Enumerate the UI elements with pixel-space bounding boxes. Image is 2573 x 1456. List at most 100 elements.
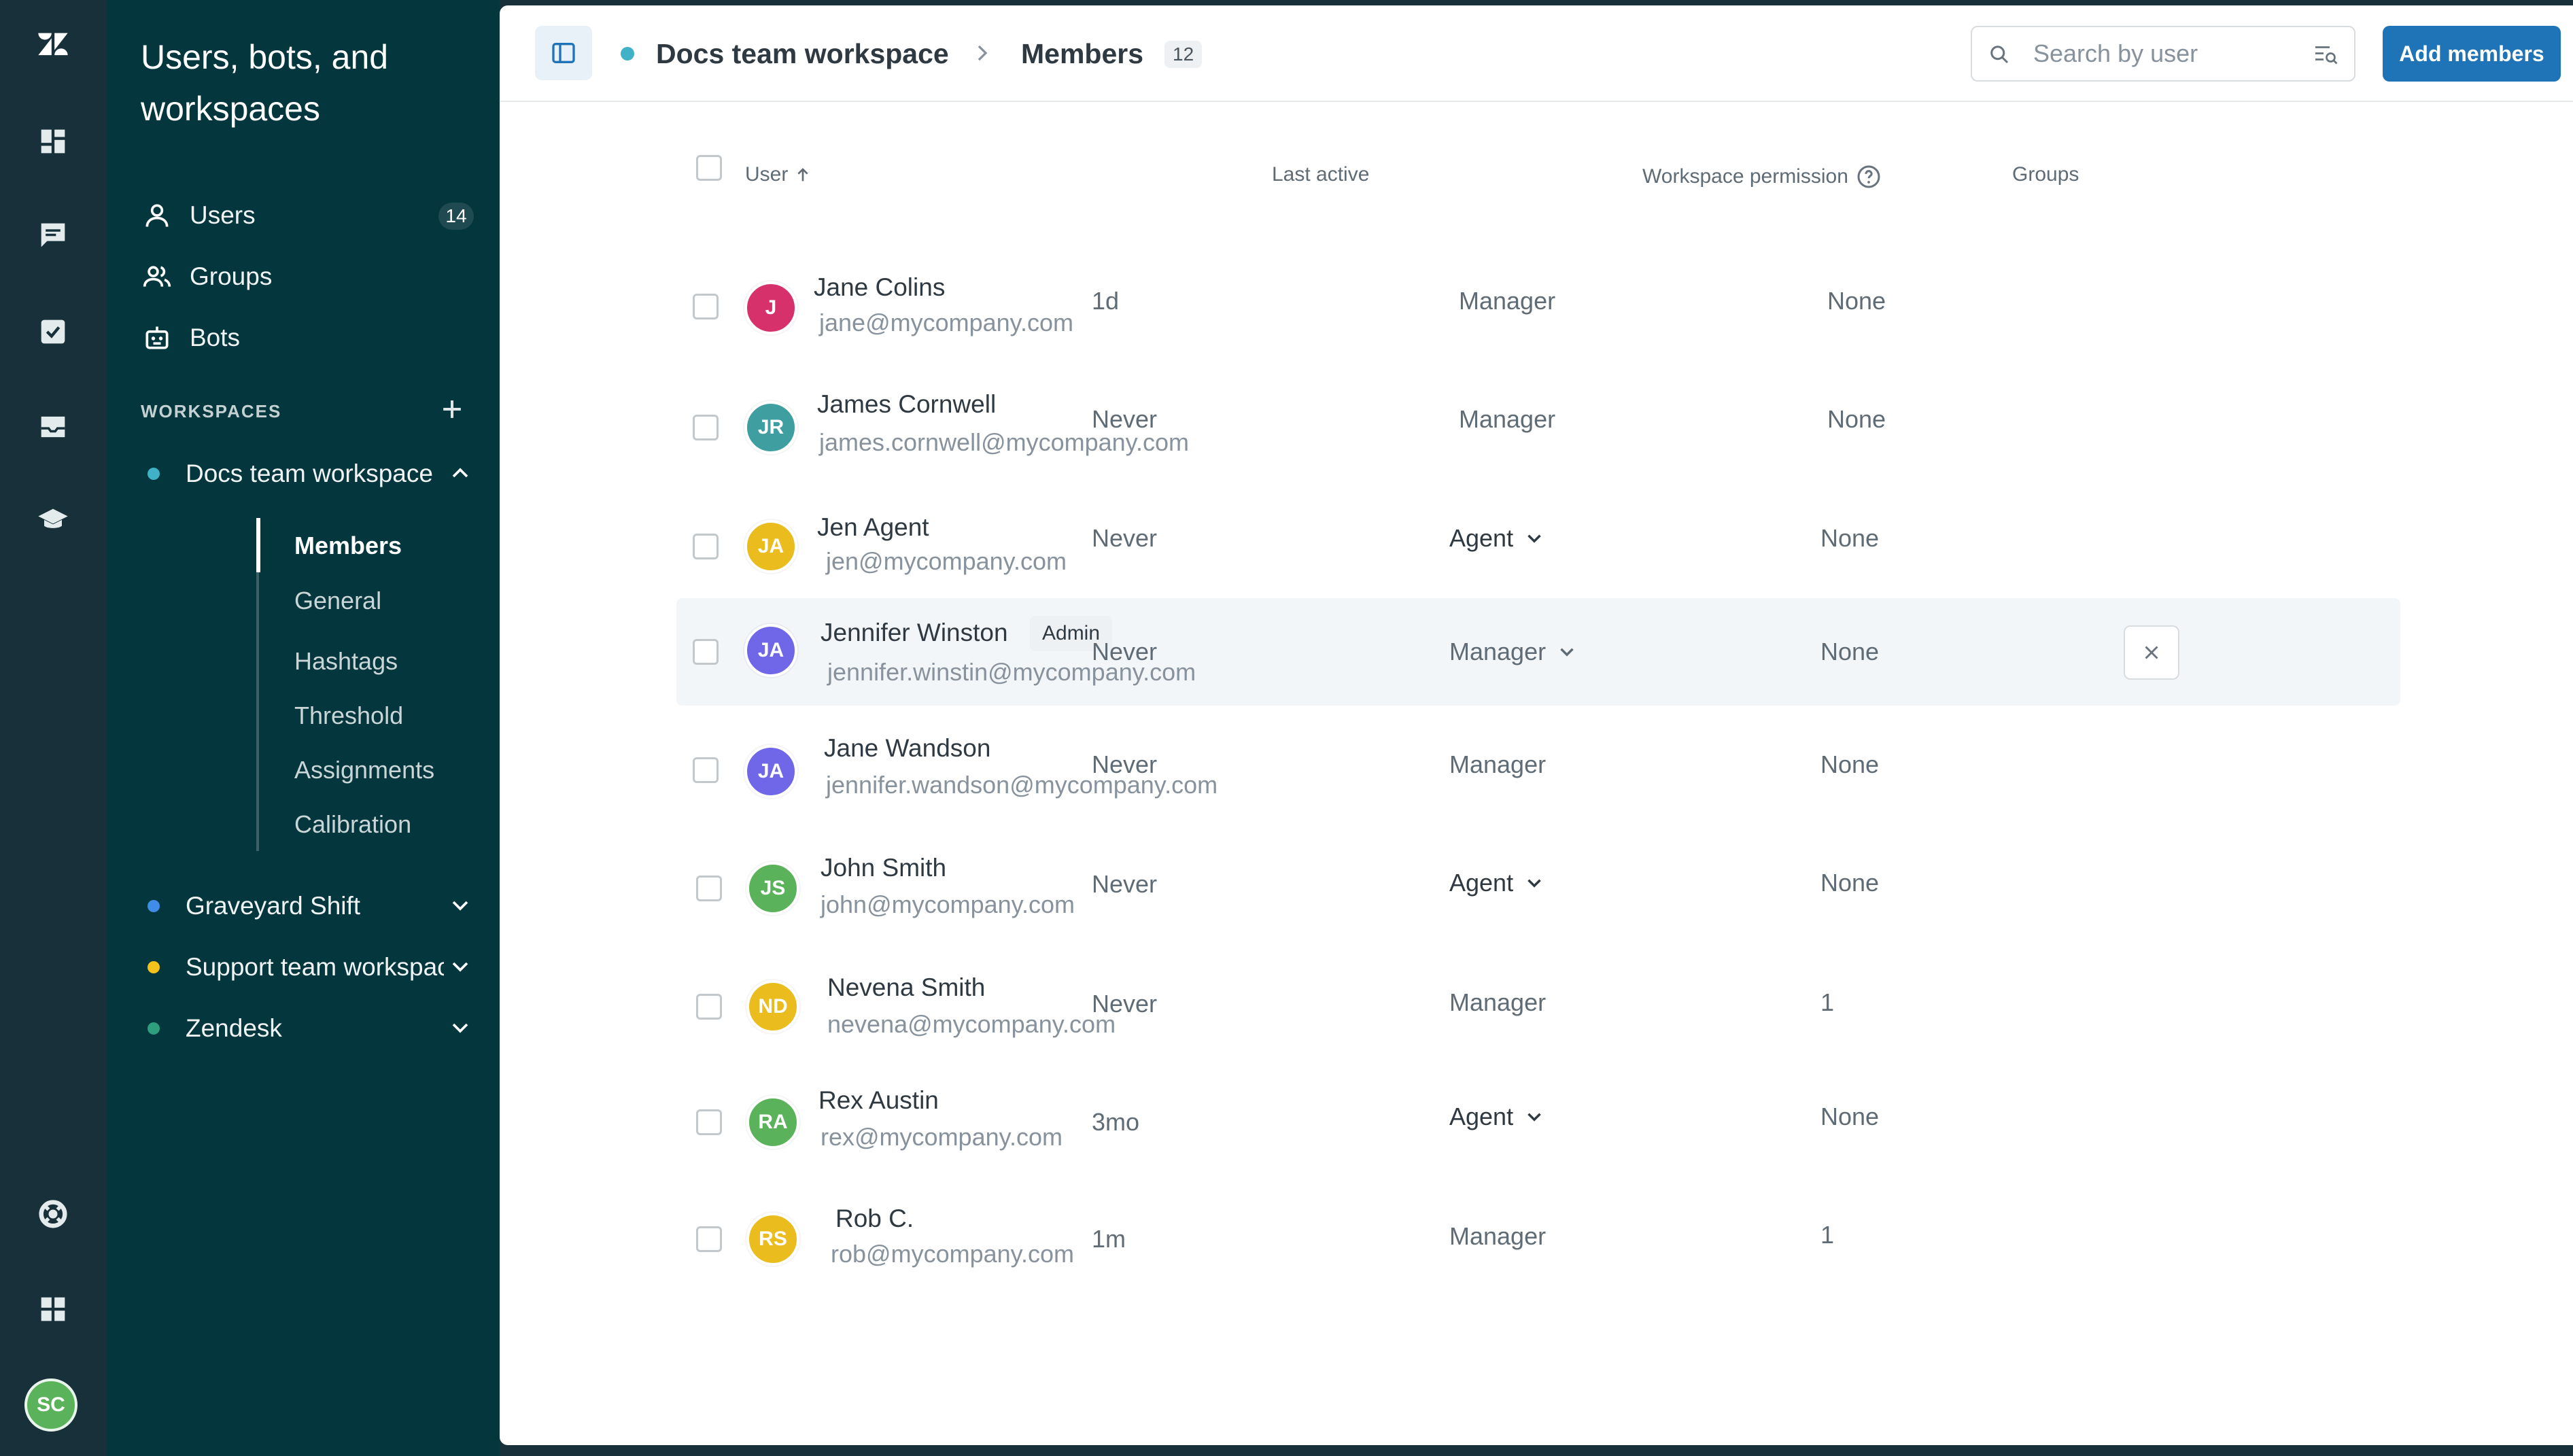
- table-row[interactable]: ND Nevena Smith nevena@mycompany.com Nev…: [676, 956, 2400, 1063]
- user-name: Nevena Smith: [827, 973, 986, 1001]
- chevron-up-icon: [452, 468, 468, 478]
- current-user-avatar[interactable]: SC: [24, 1379, 77, 1432]
- groups-value: 1: [1820, 988, 1835, 1016]
- workspace-zendesk[interactable]: Zendesk: [141, 1005, 481, 1052]
- search-icon: [1990, 46, 2009, 64]
- permission-value: Manager: [1449, 988, 1547, 1016]
- table-row[interactable]: J Jane Colins jane@mycompany.com 1d Mana…: [676, 256, 2400, 363]
- training-icon[interactable]: [27, 495, 79, 547]
- sidebar-title: Users, bots, and workspaces: [141, 38, 389, 128]
- table-row[interactable]: JA Jane Wandson jennifer.wandson@mycompa…: [676, 719, 2400, 827]
- avatar: JA: [744, 520, 797, 573]
- row-checkbox[interactable]: [693, 415, 719, 440]
- help-circle-icon[interactable]: [1855, 163, 1882, 190]
- user-name: Jen Agent: [817, 513, 929, 541]
- row-checkbox[interactable]: [696, 994, 722, 1020]
- column-header-user[interactable]: User: [745, 163, 814, 186]
- row-checkbox[interactable]: [693, 757, 719, 783]
- user-email: nevena@mycompany.com: [827, 1010, 1116, 1038]
- inbox-icon[interactable]: [27, 401, 79, 453]
- sidebar-item-groups[interactable]: Groups: [141, 253, 481, 300]
- zendesk-logo-icon[interactable]: [27, 19, 79, 71]
- user-name: Rob C.: [835, 1204, 914, 1232]
- conversations-icon[interactable]: [27, 209, 79, 261]
- sidebar-item-users[interactable]: Users 14: [141, 192, 481, 239]
- add-members-button[interactable]: Add members: [2383, 26, 2561, 82]
- row-checkbox[interactable]: [693, 534, 719, 559]
- permission-value: Manager: [1459, 405, 1556, 433]
- table-row[interactable]: RA Rex Austin rex@mycompany.com 3mo Agen…: [676, 1073, 2400, 1180]
- table-row[interactable]: JA Jen Agent jen@mycompany.com Never Age…: [676, 494, 2400, 602]
- last-active: 1m: [1092, 1225, 1126, 1253]
- workspace-color-dot: [148, 1022, 160, 1035]
- table-row[interactable]: JR James Cornwell james.cornwell@mycompa…: [676, 375, 2400, 483]
- add-workspace-button[interactable]: [436, 394, 468, 427]
- chevron-down-icon: [452, 1023, 468, 1033]
- permission-dropdown[interactable]: Agent: [1449, 869, 1546, 897]
- last-active: 1d: [1092, 287, 1120, 315]
- last-active: Never: [1092, 405, 1158, 433]
- column-header-permission[interactable]: Workspace permission: [1642, 163, 1882, 190]
- table-row[interactable]: JA Jennifer Winston Admin jennifer.winst…: [676, 598, 2400, 706]
- tasks-icon[interactable]: [27, 306, 79, 358]
- apps-icon[interactable]: [27, 1283, 79, 1335]
- user-email: rob@mycompany.com: [831, 1240, 1074, 1268]
- close-icon: [2145, 646, 2158, 659]
- workspace-label: Support team workspace: [186, 953, 444, 981]
- subnav-assignments[interactable]: Assignments: [294, 756, 434, 784]
- user-name: Jane Colins: [814, 273, 946, 301]
- user-email: john@mycompany.com: [821, 890, 1075, 918]
- permission-value: Manager: [1459, 287, 1556, 315]
- workspace-graveyard-shift[interactable]: Graveyard Shift: [141, 882, 481, 930]
- remove-member-button[interactable]: [2124, 625, 2179, 680]
- subnav-threshold[interactable]: Threshold: [294, 701, 403, 730]
- last-active: Never: [1092, 870, 1158, 898]
- last-active: Never: [1092, 638, 1158, 665]
- sidebar-item-label: Bots: [190, 324, 241, 351]
- last-active: Never: [1092, 750, 1158, 778]
- permission-dropdown[interactable]: Agent: [1449, 524, 1546, 553]
- subnav-members[interactable]: Members: [294, 532, 402, 560]
- permission-dropdown[interactable]: Manager: [1449, 638, 1578, 666]
- table-row[interactable]: JS John Smith john@mycompany.com Never A…: [676, 839, 2400, 946]
- subnav-hashtags[interactable]: Hashtags: [294, 647, 398, 676]
- sidebar-item-bots[interactable]: Bots: [141, 314, 481, 362]
- groups-value: None: [1820, 524, 1880, 552]
- avatar: ND: [746, 980, 799, 1033]
- subnav-calibration[interactable]: Calibration: [294, 810, 411, 839]
- row-checkbox[interactable]: [693, 639, 719, 665]
- sidebar-toggle-button[interactable]: [535, 26, 592, 80]
- table-row[interactable]: RS Rob C. rob@mycompany.com 1m Manager 1: [676, 1190, 2400, 1297]
- chevron-down-icon: [452, 901, 468, 911]
- sidebar-item-label: Groups: [190, 262, 273, 290]
- row-checkbox[interactable]: [693, 294, 719, 319]
- select-all-checkbox[interactable]: [696, 155, 722, 181]
- sort-ascending-icon: [797, 168, 808, 181]
- workspace-color-dot: [148, 468, 160, 480]
- workspace-support-team[interactable]: Support team workspace: [141, 943, 481, 991]
- chevron-down-icon: [452, 962, 468, 972]
- breadcrumb-workspace[interactable]: Docs team workspace: [656, 38, 949, 70]
- avatar: JA: [744, 624, 797, 677]
- row-checkbox[interactable]: [696, 1226, 722, 1252]
- help-icon[interactable]: [27, 1188, 79, 1240]
- sidebar: Users, bots, and workspaces Users 14 Gro…: [107, 0, 500, 1456]
- groups-value: None: [1820, 750, 1880, 778]
- chevron-down-icon: [1560, 648, 1574, 657]
- avatar: RA: [746, 1096, 799, 1149]
- row-checkbox[interactable]: [696, 876, 722, 901]
- workspace-label: Graveyard Shift: [186, 892, 361, 920]
- user-email: jane@mycompany.com: [819, 309, 1074, 336]
- groups-value: 1: [1820, 1221, 1835, 1249]
- advanced-search-icon[interactable]: [2312, 42, 2339, 67]
- row-checkbox[interactable]: [696, 1109, 722, 1135]
- permission-dropdown[interactable]: Agent: [1449, 1103, 1546, 1131]
- dashboard-icon[interactable]: [27, 116, 79, 167]
- column-header-groups[interactable]: Groups: [2012, 163, 2079, 186]
- groups-value: None: [1827, 287, 1886, 315]
- subnav-general[interactable]: General: [294, 587, 381, 615]
- search-input[interactable]: [2032, 34, 2304, 73]
- user-email: jen@mycompany.com: [826, 547, 1067, 575]
- workspace-docs-team[interactable]: Docs team workspace: [141, 450, 481, 498]
- column-header-last-active[interactable]: Last active: [1272, 163, 1369, 186]
